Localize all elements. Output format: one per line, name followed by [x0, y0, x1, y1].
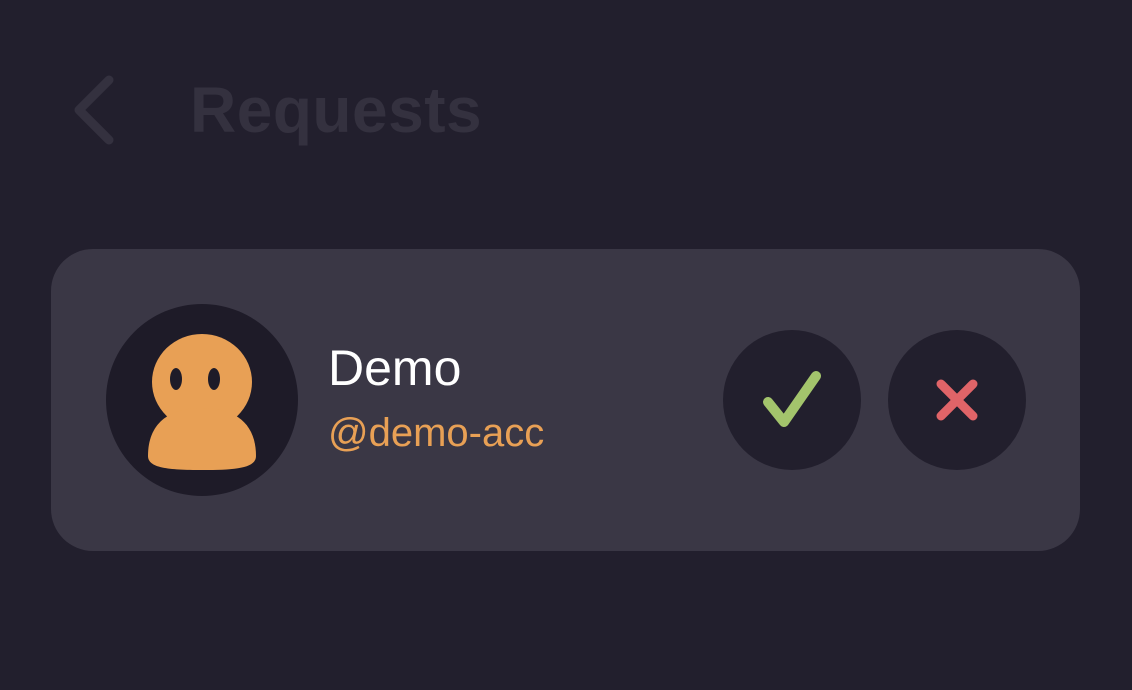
header: Requests — [0, 50, 1132, 170]
ghost-avatar-icon — [106, 304, 298, 496]
user-info: Demo @demo-acc — [328, 339, 544, 457]
back-button[interactable] — [58, 68, 128, 152]
decline-request-button[interactable] — [888, 330, 1026, 470]
close-icon — [935, 378, 979, 422]
display-name: Demo — [328, 340, 462, 396]
chevron-left-icon — [67, 74, 119, 146]
page-title: Requests — [190, 74, 483, 146]
friend-request-card: Demo @demo-acc — [51, 249, 1080, 551]
accept-request-button[interactable] — [723, 330, 861, 470]
requests-screen: Requests Demo @demo-acc — [0, 0, 1132, 690]
check-icon — [760, 368, 824, 432]
username: @demo-acc — [328, 411, 545, 455]
avatar[interactable] — [106, 304, 298, 496]
